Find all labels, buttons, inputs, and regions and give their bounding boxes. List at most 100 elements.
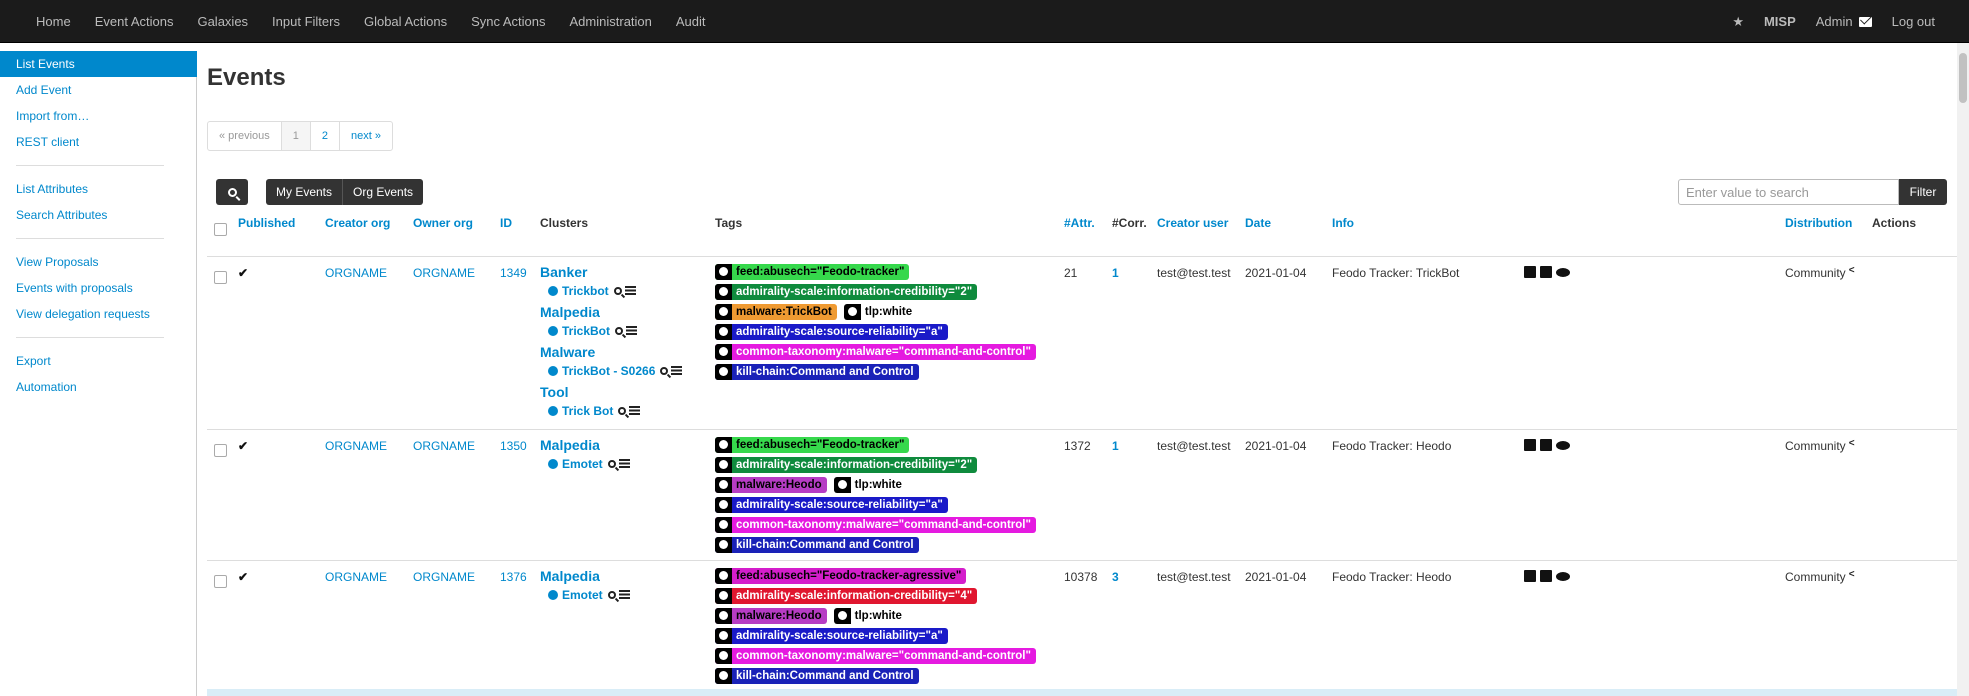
edit-icon[interactable] [1524,439,1536,451]
header-creator-org[interactable]: Creator org [325,216,390,230]
correlation-count[interactable]: 3 [1112,570,1119,584]
search-input[interactable] [1678,179,1899,205]
cluster-link[interactable]: Trickbot [562,284,609,298]
search-icon[interactable] [615,327,624,335]
cluster-type[interactable]: Malpedia [540,436,630,454]
correlation-count[interactable]: 1 [1112,439,1119,453]
nav-global-actions[interactable]: Global Actions [352,0,459,43]
sidebar-item-view-delegation-requests[interactable]: View delegation requests [0,301,196,327]
my-events-button[interactable]: My Events [266,179,344,205]
tag-pill[interactable]: feed:abusech="Feodo-tracker" [715,437,910,453]
tag-pill[interactable]: admirality-scale:information-credibility… [715,284,978,300]
list-icon[interactable] [629,406,641,415]
correlation-count[interactable]: 1 [1112,266,1119,280]
sidebar-item-events-with-proposals[interactable]: Events with proposals [0,275,196,301]
tag-pill[interactable]: admirality-scale:source-reliability="a" [715,497,948,513]
pagination-previous[interactable]: « previous [208,122,282,150]
tag-pill[interactable]: kill-chain:Command and Control [715,364,919,380]
event-id-link[interactable]: 1376 [500,570,527,584]
delete-icon[interactable] [1540,266,1552,278]
tag-pill[interactable]: common-taxonomy:malware="command-and-con… [715,344,1036,360]
sidebar-item-automation[interactable]: Automation [0,374,196,400]
table-row[interactable]: ✔ ORGNAME ORGNAME 1376 Malpedia Emotet f… [207,561,1957,692]
header-attr[interactable]: #Attr. [1064,216,1095,230]
owner-org-link[interactable]: ORGNAME [413,266,475,280]
header-owner-org[interactable]: Owner org [413,216,473,230]
table-row[interactable]: ✔ ORGNAME ORGNAME 1350 Malpedia Emotet f… [207,430,1957,561]
cluster-type[interactable]: Malpedia [540,567,630,585]
nav-audit[interactable]: Audit [664,0,718,43]
cluster-link[interactable]: Emotet [562,588,603,602]
delete-icon[interactable] [1540,439,1552,451]
delete-icon[interactable] [1540,570,1552,582]
nav-input-filters[interactable]: Input Filters [260,0,352,43]
tag-pill[interactable]: malware:Heodo [715,608,827,624]
view-icon[interactable] [1556,572,1570,581]
owner-org-link[interactable]: ORGNAME [413,570,475,584]
tag-pill[interactable]: feed:abusech="Feodo-tracker-agressive" [715,568,967,584]
header-creator-user[interactable]: Creator user [1157,216,1228,230]
search-icon[interactable] [613,287,622,295]
nav-sync-actions[interactable]: Sync Actions [459,0,557,43]
tag-pill[interactable]: admirality-scale:information-credibility… [715,457,978,473]
cluster-link[interactable]: Emotet [562,457,603,471]
header-id[interactable]: ID [500,216,512,230]
row-checkbox[interactable] [214,575,227,588]
scrollbar-thumb[interactable] [1959,53,1967,103]
tag-pill[interactable]: admirality-scale:information-credibility… [715,588,978,604]
cluster-link[interactable]: Trick Bot [562,404,613,418]
pagination-next[interactable]: next » [340,122,392,150]
view-icon[interactable] [1556,441,1570,450]
select-all-checkbox[interactable] [214,223,227,236]
tag-pill[interactable]: kill-chain:Command and Control [715,668,919,684]
table-row[interactable]: ✔ ORGNAME ORGNAME 1349 Banker Trickbot M… [207,257,1957,430]
tag-pill[interactable]: tlp:white [832,477,908,493]
admin-link[interactable]: Admin [1806,0,1882,43]
row-checkbox[interactable] [214,444,227,457]
nav-administration[interactable]: Administration [558,0,664,43]
logout-link[interactable]: Log out [1882,0,1945,43]
sidebar-item-view-proposals[interactable]: View Proposals [0,249,196,275]
tag-pill[interactable]: feed:abusech="Feodo-tracker" [715,264,910,280]
nav-event-actions[interactable]: Event Actions [83,0,186,43]
creator-org-link[interactable]: ORGNAME [325,439,387,453]
nav-galaxies[interactable]: Galaxies [185,0,260,43]
tag-pill[interactable]: common-taxonomy:malware="command-and-con… [715,517,1036,533]
cluster-link[interactable]: TrickBot - S0266 [562,364,655,378]
row-checkbox[interactable] [214,271,227,284]
tag-pill[interactable]: tlp:white [842,304,919,320]
page-scrollbar[interactable] [1957,43,1969,696]
tag-pill[interactable]: kill-chain:Command and Control [715,537,919,553]
owner-org-link[interactable]: ORGNAME [413,439,475,453]
sidebar-item-rest-client[interactable]: REST client [0,129,196,155]
cluster-type[interactable]: Malpedia [540,303,682,321]
header-date[interactable]: Date [1245,216,1271,230]
creator-org-link[interactable]: ORGNAME [325,570,387,584]
cluster-type[interactable]: Tool [540,383,682,401]
sidebar-item-add-event[interactable]: Add Event [0,77,196,103]
event-id-link[interactable]: 1349 [500,266,527,280]
list-icon[interactable] [624,286,636,295]
sidebar-item-list-attributes[interactable]: List Attributes [0,176,196,202]
cluster-link[interactable]: TrickBot [562,324,610,338]
tag-pill[interactable]: admirality-scale:source-reliability="a" [715,628,948,644]
sidebar-item-import-from[interactable]: Import from… [0,103,196,129]
search-icon[interactable] [618,407,627,415]
header-published[interactable]: Published [238,216,295,230]
header-info[interactable]: Info [1332,216,1354,230]
creator-org-link[interactable]: ORGNAME [325,266,387,280]
pagination-page-2[interactable]: 2 [311,122,341,150]
org-events-button[interactable]: Org Events [343,179,423,205]
cluster-type[interactable]: Malware [540,343,682,361]
edit-icon[interactable] [1524,570,1536,582]
nav-home[interactable]: Home [24,0,83,43]
tag-pill[interactable]: tlp:white [832,608,908,624]
search-icon[interactable] [607,460,616,468]
filter-button[interactable]: Filter [1899,179,1947,205]
header-distribution[interactable]: Distribution [1785,216,1852,230]
search-toggle-button[interactable] [216,179,248,205]
view-icon[interactable] [1556,268,1570,277]
list-icon[interactable] [618,459,630,468]
list-icon[interactable] [671,366,683,375]
brand-link[interactable]: MISP [1754,0,1806,43]
